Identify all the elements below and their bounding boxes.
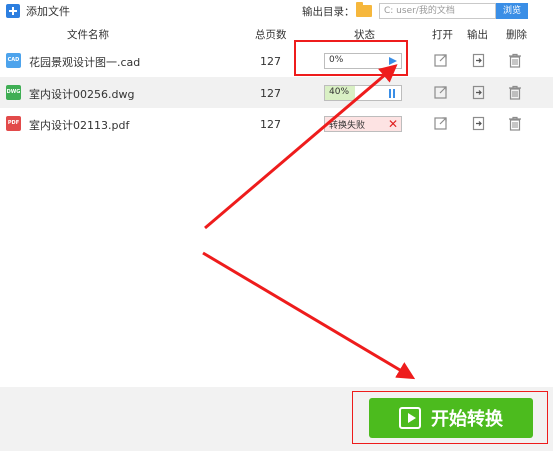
converter-window: 添加文件 输出目录： C: user/我的文档 浏览 文件名称 总页数 状态 打… bbox=[0, 0, 553, 451]
annotation-arrows bbox=[202, 64, 416, 380]
arrow-to-start bbox=[202, 251, 416, 380]
arrow-to-status bbox=[204, 64, 398, 230]
